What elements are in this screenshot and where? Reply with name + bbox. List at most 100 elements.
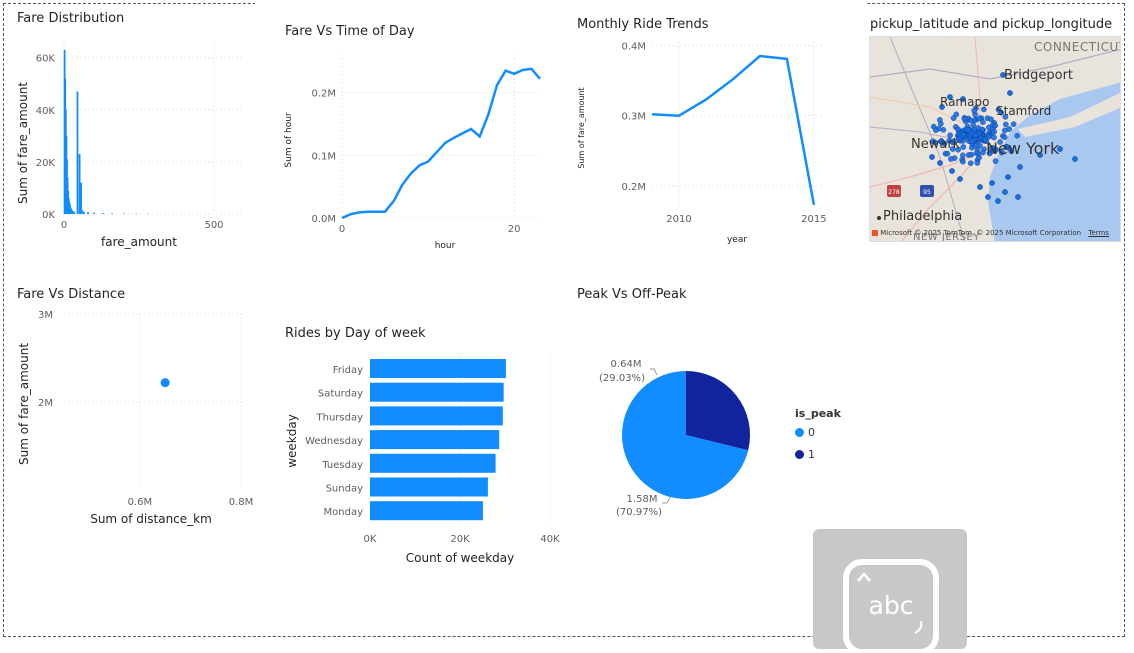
pickup-point <box>960 153 965 158</box>
pickup-point <box>968 161 973 166</box>
pickup-point <box>992 129 997 134</box>
fare-vs-distance-chart[interactable]: 2M3M0.6M0.8M Sum of distance_km Sum of f… <box>12 300 262 535</box>
fare-distribution-chart[interactable]: 0K20K40K60K0500 fare_amount Sum of fare_… <box>12 30 257 260</box>
legend-dot-0 <box>795 428 804 437</box>
fare-vs-time-series-line <box>342 69 540 218</box>
pickup-point <box>1007 90 1012 95</box>
monthly-trends-xlabel: year <box>727 235 747 245</box>
pickup-point <box>993 123 998 128</box>
map-label-ramapo: Ramapo <box>940 95 989 109</box>
rides-ytick-saturday: Saturday <box>318 389 363 400</box>
fare-vs-distance-xlabel: Sum of distance_km <box>90 512 212 526</box>
monthly-ytick: 0.3M <box>621 112 646 123</box>
pickup-point <box>938 121 943 126</box>
rides-xtick: 0K <box>364 534 377 545</box>
fare-time-xtick: 0 <box>339 224 345 235</box>
map-label-bridgeport: Bridgeport <box>1004 68 1073 83</box>
pickup-point <box>989 180 994 185</box>
pickup-point <box>1003 122 1008 127</box>
fare-distribution-bars <box>64 50 149 214</box>
pickup-point <box>975 160 980 165</box>
map-label-stamford: Stamford <box>996 104 1051 118</box>
fare-dist-km-ytick: 3M <box>38 310 53 321</box>
peak-legend-item-0[interactable]: 0 <box>795 426 815 439</box>
monthly-trends-ticks: 0.2M0.3M0.4M20102015 <box>621 42 826 225</box>
pickup-point <box>973 143 978 148</box>
peak-legend-item-1[interactable]: 1 <box>795 448 815 461</box>
rides-ytick-sunday: Sunday <box>326 484 363 495</box>
pickup-point <box>1002 189 1007 194</box>
rides-xtick: 40K <box>540 534 560 545</box>
monthly-trends-title: Monthly Ride Trends <box>577 17 709 32</box>
fare-dist-km-ytick: 2M <box>38 398 53 409</box>
peak-legend-label-1: 1 <box>808 448 815 461</box>
monthly-trends-grid <box>652 42 822 207</box>
frame-gap <box>255 3 867 5</box>
fare-vs-time-ylabel: Sum of hour <box>284 112 294 167</box>
pickup-point <box>1002 128 1007 133</box>
rides-bar-monday <box>370 501 483 520</box>
pickup-point <box>969 152 974 157</box>
pickup-point <box>933 128 938 133</box>
pickup-point <box>980 150 985 155</box>
fare-dist-bar <box>80 183 82 214</box>
peak-vs-offpeak-slices <box>622 371 750 499</box>
text-box-placeholder[interactable]: abc <box>813 529 967 649</box>
fare-dist-km-point <box>161 378 170 387</box>
rides-bar-sunday <box>370 478 488 497</box>
fare-vs-time-chart[interactable]: 0.0M0.1M0.2M020 hour Sum of hour <box>278 45 563 260</box>
rides-by-day-bars <box>370 359 506 520</box>
map-title: pickup_latitude and pickup_longitude <box>870 17 1112 32</box>
rides-ytick-friday: Friday <box>333 365 363 376</box>
pie-label-1-pct: (29.03%) <box>599 373 645 384</box>
pickup-point <box>956 127 961 132</box>
fare-dist-bar <box>93 213 95 214</box>
pickup-point <box>988 117 993 122</box>
fare-dist-ytick: 20K <box>36 158 56 169</box>
pickup-point <box>977 116 982 121</box>
fare-distribution-grid <box>64 42 244 214</box>
fare-dist-bar <box>73 212 75 214</box>
pickup-point <box>962 117 967 122</box>
monthly-ytick: 0.4M <box>621 42 646 53</box>
pickup-point <box>949 168 954 173</box>
fare-vs-distance-points <box>161 378 170 387</box>
monthly-trends-series-line <box>652 56 814 205</box>
pickup-point <box>969 139 974 144</box>
rides-bar-saturday <box>370 383 504 402</box>
rides-bar-friday <box>370 359 506 378</box>
pickup-map[interactable]: 278 95 CONNECTICUT Bridgeport Ramapo Sta… <box>869 36 1121 242</box>
fare-dist-xtick: 0 <box>61 220 67 231</box>
map-shield-95-icon: 95 <box>920 185 934 197</box>
peak-vs-offpeak-chart[interactable]: 0.64M(29.03%)1.58M(70.97%) <box>572 345 782 525</box>
fare-dist-km-xtick: 0.8M <box>229 497 254 508</box>
rides-xtick: 20K <box>450 534 470 545</box>
fare-time-xtick: 20 <box>508 224 521 235</box>
pickup-point <box>972 132 977 137</box>
peak-legend-title: is_peak <box>795 407 841 420</box>
pie-label-0-value: 1.58M <box>627 494 658 505</box>
fare-vs-distance-grid <box>64 314 241 490</box>
pickup-point <box>985 194 990 199</box>
pickup-point <box>974 150 979 155</box>
pickup-point <box>971 123 976 128</box>
pickup-point <box>977 184 982 189</box>
rides-by-day-chart[interactable]: 0K20K40KFridaySaturdayThursdayWednesdayT… <box>280 345 570 570</box>
monthly-trends-chart[interactable]: 0.2M0.3M0.4M20102015 year Sum of fare_am… <box>572 35 862 250</box>
svg-text:278: 278 <box>888 189 900 196</box>
pickup-point <box>961 144 966 149</box>
map-label-connecticut: CONNECTICUT <box>1034 40 1121 54</box>
monthly-xtick: 2015 <box>801 214 826 225</box>
map-shield-278-icon: 278 <box>887 185 901 197</box>
rides-by-day-xlabel: Count of weekday <box>406 551 514 565</box>
fare-time-ytick: 0.0M <box>311 214 336 225</box>
pickup-point <box>929 154 934 159</box>
pickup-point <box>966 127 971 132</box>
monthly-ytick: 0.2M <box>621 182 646 193</box>
fare-vs-time-title: Fare Vs Time of Day <box>285 24 415 39</box>
fare-dist-ytick: 40K <box>36 106 56 117</box>
fare-dist-bar <box>83 212 85 214</box>
map-terms-link[interactable]: Terms <box>1088 229 1109 237</box>
pickup-point <box>948 156 953 161</box>
rides-by-day-title: Rides by Day of week <box>285 326 426 341</box>
